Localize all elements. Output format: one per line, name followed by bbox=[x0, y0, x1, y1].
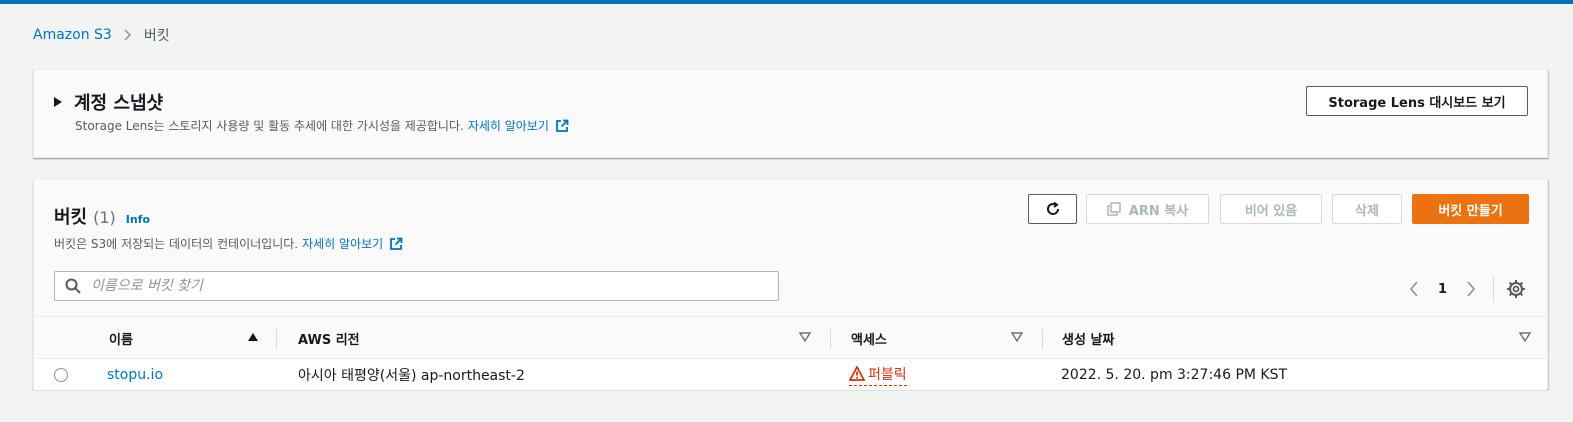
access-label: 퍼블릭 bbox=[868, 366, 907, 383]
breadcrumb: Amazon S3 버킷 bbox=[33, 25, 170, 45]
bucket-region-cell: 아시아 태평양(서울) ap-northeast-2 bbox=[298, 367, 525, 384]
bucket-name-cell: stopu.io bbox=[107, 359, 163, 390]
chevron-right-icon bbox=[124, 26, 132, 45]
buckets-header: 버킷 (1) Info bbox=[54, 203, 150, 229]
caret-right-icon bbox=[54, 97, 62, 107]
external-link-icon[interactable] bbox=[555, 119, 569, 133]
current-page-number[interactable]: 1 bbox=[1438, 282, 1447, 297]
snapshot-title: 계정 스냅샷 bbox=[74, 93, 164, 114]
sort-ascending-icon[interactable] bbox=[247, 332, 259, 342]
info-link[interactable]: Info bbox=[126, 213, 150, 226]
refresh-button[interactable] bbox=[1028, 194, 1077, 224]
bucket-access-cell: 퍼블릭 bbox=[849, 359, 907, 390]
access-status[interactable]: 퍼블릭 bbox=[849, 364, 907, 386]
column-divider bbox=[1042, 329, 1043, 349]
buckets-description: 버킷은 S3에 저장되는 데이터의 컨테이너입니다. bbox=[54, 237, 299, 251]
snapshot-toggle[interactable]: 계정 스냅샷 bbox=[54, 89, 163, 115]
column-header-name[interactable]: 이름 bbox=[109, 317, 133, 359]
breadcrumb-link-s3[interactable]: Amazon S3 bbox=[33, 27, 112, 43]
column-label-region: AWS 리전 bbox=[298, 332, 360, 348]
column-header-region[interactable]: AWS 리전 bbox=[298, 317, 360, 359]
search-icon bbox=[65, 278, 81, 294]
bucket-created-cell: 2022. 5. 20. pm 3:27:46 PM KST bbox=[1061, 366, 1288, 383]
account-snapshot-panel: 계정 스냅샷 Storage Lens는 스토리지 사용량 및 활동 추세에 대… bbox=[33, 69, 1548, 158]
breadcrumb-current: 버킷 bbox=[143, 28, 170, 44]
chevron-left-icon bbox=[1409, 281, 1418, 297]
empty-bucket-button[interactable]: 비어 있음 bbox=[1220, 194, 1322, 224]
bucket-name-link[interactable]: stopu.io bbox=[107, 367, 163, 383]
column-header-created[interactable]: 생성 날짜 bbox=[1062, 317, 1114, 359]
copy-arn-button[interactable]: ARN 복사 bbox=[1086, 194, 1209, 224]
buckets-learn-more-link[interactable]: 자세히 알아보기 bbox=[302, 235, 383, 252]
column-divider bbox=[830, 329, 831, 349]
row-radio-button[interactable] bbox=[54, 367, 68, 382]
chevron-right-icon bbox=[1467, 281, 1476, 297]
warning-icon bbox=[849, 366, 865, 381]
delete-bucket-button[interactable]: 삭제 bbox=[1332, 194, 1402, 224]
top-accent-bar bbox=[0, 0, 1573, 4]
sort-down-icon[interactable] bbox=[1519, 332, 1531, 342]
prev-page-button[interactable] bbox=[1404, 279, 1424, 299]
buckets-description-row: 버킷은 S3에 저장되는 데이터의 컨테이너입니다. 자세히 알아보기 bbox=[54, 235, 403, 252]
refresh-icon bbox=[1046, 201, 1059, 215]
column-label-name: 이름 bbox=[109, 332, 133, 348]
external-link-icon[interactable] bbox=[389, 237, 403, 251]
copy-arn-label: ARN 복사 bbox=[1128, 203, 1189, 219]
create-bucket-button[interactable]: 버킷 만들기 bbox=[1412, 194, 1529, 224]
next-page-button[interactable] bbox=[1461, 279, 1481, 299]
sort-down-icon[interactable] bbox=[799, 332, 811, 342]
column-divider bbox=[276, 329, 277, 349]
copy-icon bbox=[1107, 202, 1121, 216]
buckets-title: 버킷 bbox=[54, 207, 88, 228]
column-label-access: 액세스 bbox=[851, 332, 887, 348]
buckets-panel: 버킷 (1) Info 버킷은 S3에 저장되는 데이터의 컨테이너입니다. 자… bbox=[33, 179, 1548, 390]
bucket-search-input[interactable] bbox=[91, 278, 741, 294]
sort-down-icon[interactable] bbox=[1011, 332, 1023, 342]
gear-icon[interactable] bbox=[1506, 279, 1526, 299]
snapshot-description: Storage Lens는 스토리지 사용량 및 활동 추세에 대한 가시성을 … bbox=[75, 119, 464, 133]
table-header: 이름 AWS 리전 액세스 생성 날짜 bbox=[34, 316, 1547, 359]
row-select-cell bbox=[54, 359, 68, 390]
snapshot-learn-more-link[interactable]: 자세히 알아보기 bbox=[468, 117, 549, 134]
pagination: 1 bbox=[1404, 276, 1526, 302]
pager-divider bbox=[1493, 276, 1495, 302]
storage-lens-dashboard-button[interactable]: Storage Lens 대시보드 보기 bbox=[1306, 86, 1528, 116]
column-label-created: 생성 날짜 bbox=[1062, 332, 1115, 348]
column-header-access[interactable]: 액세스 bbox=[851, 317, 887, 359]
bucket-search-field[interactable] bbox=[54, 271, 779, 301]
buckets-count: (1) bbox=[93, 208, 116, 227]
table-row[interactable]: stopu.io 아시아 태평양(서울) ap-northeast-2 퍼블릭 … bbox=[34, 359, 1547, 390]
snapshot-description-row: Storage Lens는 스토리지 사용량 및 활동 추세에 대한 가시성을 … bbox=[75, 117, 569, 134]
